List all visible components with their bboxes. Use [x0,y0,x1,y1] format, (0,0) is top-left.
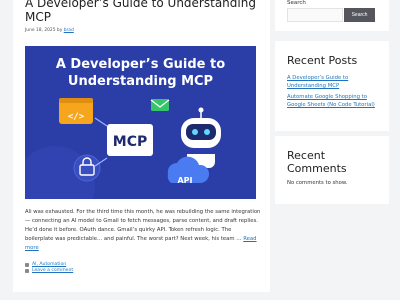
search-input[interactable] [287,8,343,22]
post-card: A Developer’s Guide to Understanding MCP… [13,0,270,292]
search-widget: Search Search [275,0,389,31]
no-comments-text: No comments to show. [287,180,348,186]
recent-posts-widget: Recent Posts A Developer’s Guide to Unde… [275,41,389,131]
list-item: A Developer’s Guide to Understanding MCP [287,74,379,90]
code-icon: </> [59,98,93,124]
post-excerpt: Ali was exhausted. For the third time th… [25,208,261,253]
comment-icon [25,269,29,273]
recent-posts-title: Recent Posts [287,54,358,67]
recent-comments-title: Recent Comments [287,149,347,175]
svg-text:</>: </> [68,112,85,122]
featured-image[interactable]: A Developer’s Guide to Understanding MCP… [25,46,256,199]
mcp-label: MCP [113,134,147,150]
recent-comments-widget: Recent Comments No comments to show. [275,136,389,204]
leave-comment-link[interactable]: Leave a comment [32,268,73,274]
post-title[interactable]: A Developer’s Guide to Understanding MCP [25,0,265,24]
hero-heading-line2: Understanding MCP [68,74,213,89]
mail-icon [150,99,170,111]
post-comments: Leave a comment [25,268,73,274]
post-by: by [56,28,63,33]
lock-icon [73,154,101,182]
featured-image-illustration: A Developer’s Guide to Understanding MCP… [25,46,256,199]
hero-heading-line1: A Developer’s Guide to [56,57,225,72]
post-author-link[interactable]: brad [64,28,74,33]
post-meta: June 18, 2025 by brad [25,28,74,33]
api-label: API [177,176,192,185]
post-footer-meta: AI, Automation Leave a comment [25,262,73,274]
recent-post-link[interactable]: A Developer’s Guide to Understanding MCP [287,75,348,89]
recent-post-link[interactable]: Automate Google Shopping to Google Sheet… [287,94,375,108]
search-button[interactable]: Search [344,8,375,22]
post-excerpt-text: Ali was exhausted. For the third time th… [25,209,261,242]
search-label: Search [287,0,306,6]
list-item: Automate Google Shopping to Google Sheet… [287,93,379,109]
post-date: June 18, 2025 [25,28,56,33]
recent-posts-list: A Developer’s Guide to Understanding MCP… [287,74,379,112]
folder-icon [25,263,29,267]
